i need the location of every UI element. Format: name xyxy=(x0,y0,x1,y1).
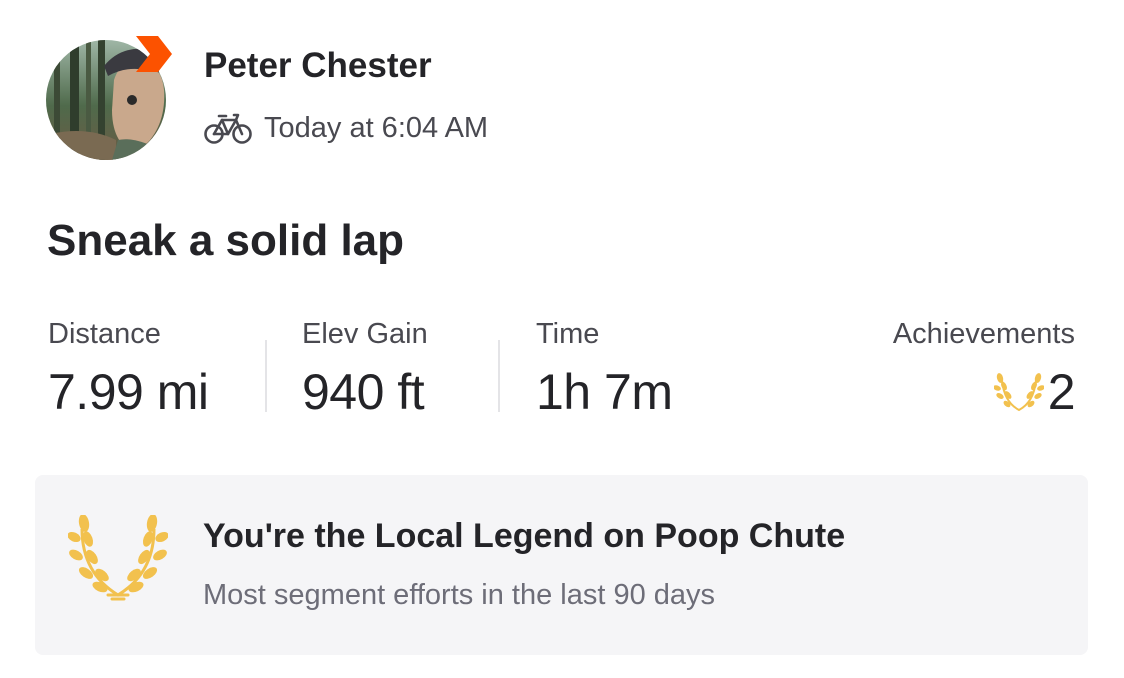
stat-value: 7.99 mi xyxy=(48,364,209,420)
chevron-badge-icon xyxy=(136,36,172,72)
activity-meta: Today at 6:04 AM xyxy=(204,108,488,148)
laurel-icon xyxy=(993,373,1044,412)
laurel-wreath-icon xyxy=(68,515,168,601)
activity-header: Peter Chester Today at 6:04 AM xyxy=(46,36,646,162)
achievements-row: 2 xyxy=(893,363,1076,421)
activity-timestamp: Today at 6:04 AM xyxy=(264,111,489,144)
stat-label: Achievements xyxy=(892,318,1075,350)
stat-divider xyxy=(498,340,500,412)
activity-title[interactable]: Sneak a solid lap xyxy=(47,216,404,266)
stat-value: 1h 7m xyxy=(536,364,673,420)
local-legend-title: You're the Local Legend on Poop Chute xyxy=(203,517,846,555)
local-legend-card[interactable]: You're the Local Legend on Poop Chute Mo… xyxy=(35,475,1088,655)
stat-distance: Distance 7.99 mi xyxy=(48,318,209,421)
stat-label: Distance xyxy=(48,318,161,350)
stat-time: Time 1h 7m xyxy=(536,318,673,421)
local-legend-subtitle: Most segment efforts in the last 90 days xyxy=(203,579,716,611)
stat-label: Time xyxy=(536,318,600,350)
athlete-avatar-wrap[interactable] xyxy=(46,36,172,162)
stat-elev-gain: Elev Gain 940 ft xyxy=(302,318,428,421)
bike-icon xyxy=(204,113,252,144)
athlete-name[interactable]: Peter Chester xyxy=(204,46,432,86)
achievements-count: 2 xyxy=(1047,364,1076,420)
stat-label: Elev Gain xyxy=(302,318,428,350)
stat-value: 940 ft xyxy=(302,364,425,420)
stat-divider xyxy=(265,340,267,412)
stat-achievements[interactable]: Achievements 2 xyxy=(892,318,1076,421)
